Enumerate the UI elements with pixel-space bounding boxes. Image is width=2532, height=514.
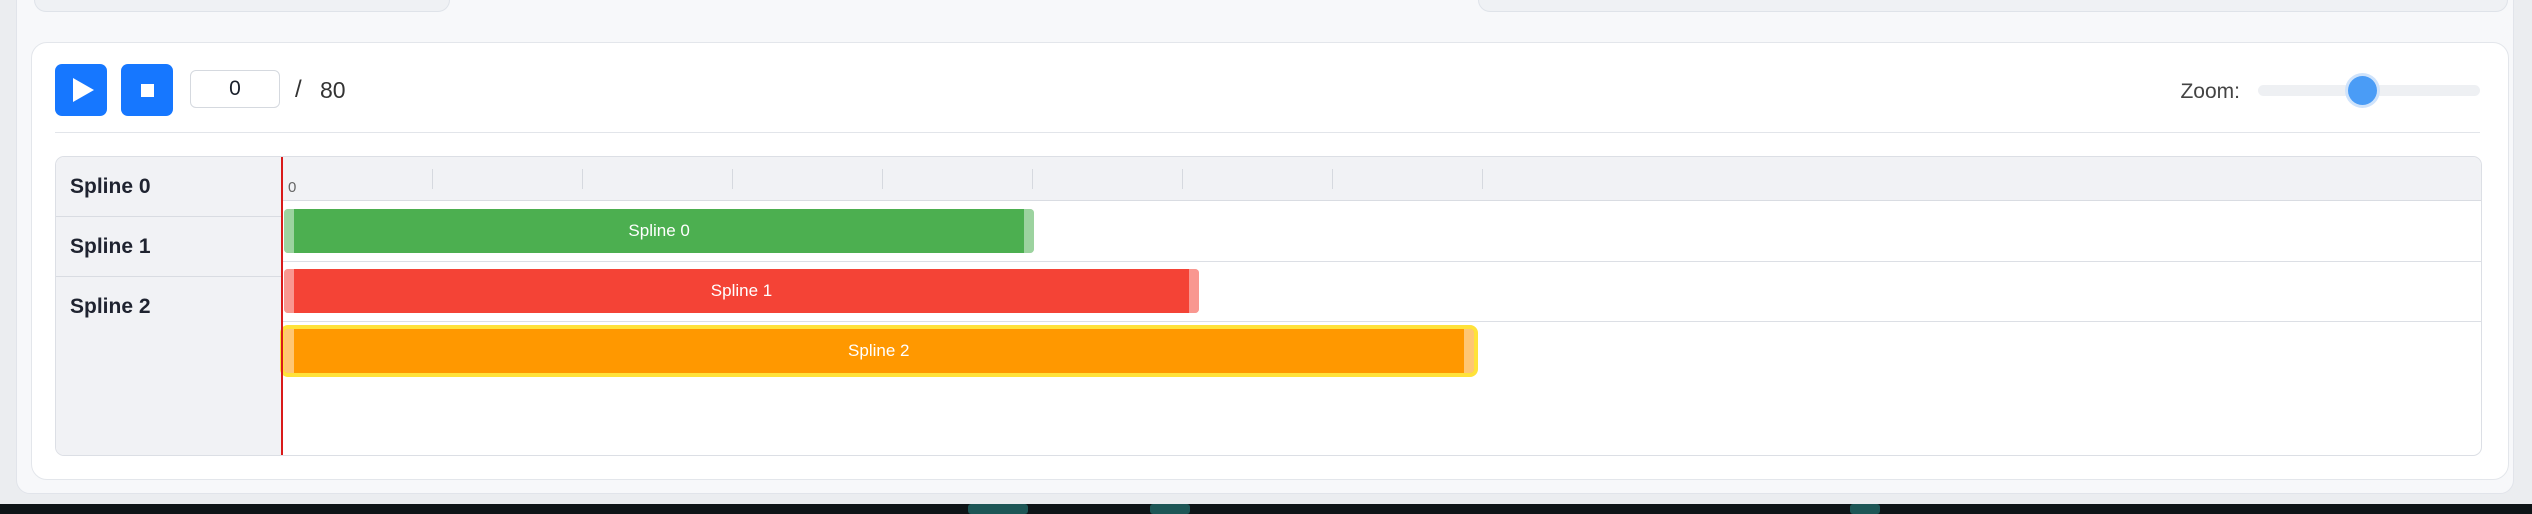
track-separator [282,261,2481,262]
clip-label: Spline 2 [848,341,910,360]
ruler-tick [882,169,883,189]
clip-start-handle[interactable] [284,209,294,253]
ruler-tick [732,169,733,189]
background-strip [0,504,2532,514]
playhead[interactable] [281,157,283,455]
ruler-tick [1482,169,1483,189]
stop-button[interactable] [121,64,173,116]
ruler-label-0: 0 [288,179,297,196]
play-button[interactable] [55,64,107,116]
ruler-tick [432,169,433,189]
clip-spline-0[interactable]: Spline 0 [284,209,1035,253]
clip-start-handle[interactable] [284,329,294,373]
clip-end-handle[interactable] [1024,209,1035,253]
play-icon [72,78,94,102]
clip-label: Spline 0 [628,221,690,240]
zoom-label: Zoom: [2180,80,2240,103]
clip-start-handle[interactable] [284,269,294,313]
top-card-right [1478,0,2508,12]
track-name-spline-0[interactable]: Spline 0 [56,157,281,217]
clip-spline-2[interactable]: Spline 2 [284,329,1474,373]
ruler-tick [1182,169,1183,189]
ruler-tick [582,169,583,189]
track-separator [282,321,2481,322]
clip-end-handle[interactable] [1189,269,1199,313]
total-frames: 80 [320,77,346,103]
top-card-left [34,0,450,12]
track-names-panel: Spline 0 Spline 1 Spline 2 [56,157,282,455]
track-name-spline-2[interactable]: Spline 2 [56,277,281,337]
track-name-spline-1[interactable]: Spline 1 [56,217,281,277]
playback-controls: / 80 Zoom: [55,64,2480,118]
controls-divider [55,132,2480,133]
time-ruler[interactable]: 0 [282,157,2481,201]
ruler-tick [1032,169,1033,189]
zoom-slider-thumb[interactable] [2348,76,2378,105]
clip-end-handle[interactable] [1463,329,1474,373]
frame-separator: / [295,76,302,103]
zoom-slider[interactable] [2258,76,2480,105]
current-frame-input[interactable] [190,70,280,108]
ruler-tick [1332,169,1333,189]
timeline: Spline 0 Spline 1 Spline 2 0 Spline 0 Sp… [55,156,2482,456]
clip-label: Spline 1 [710,281,773,300]
stop-icon [140,83,154,97]
clip-spline-1[interactable]: Spline 1 [284,269,1199,313]
